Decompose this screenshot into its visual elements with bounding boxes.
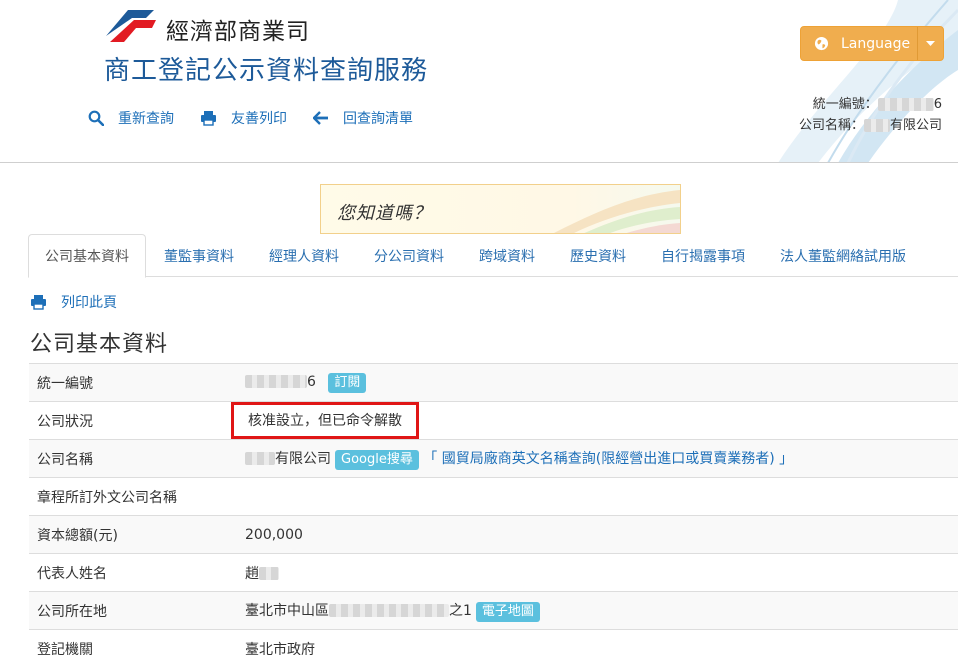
subscribe-button[interactable]: 訂閱 bbox=[328, 372, 367, 393]
top-nav: 重新查詢 友善列印 回查詢清單 bbox=[88, 108, 413, 128]
row-value: 趙 bbox=[237, 553, 958, 592]
rep-name-head: 趙 bbox=[245, 565, 259, 582]
row-key: 代表人姓名 bbox=[29, 553, 237, 592]
redacted-text bbox=[329, 604, 449, 617]
friendly-print-link[interactable]: 友善列印 bbox=[200, 108, 287, 128]
redacted-text bbox=[245, 375, 307, 388]
header-company-label: 公司名稱： bbox=[798, 118, 864, 133]
ministry-name: 經濟部商業司 bbox=[166, 19, 310, 45]
banner-decoration bbox=[554, 190, 680, 233]
header-company-tail: 有限公司 bbox=[889, 118, 942, 133]
header-decoration bbox=[778, 0, 958, 162]
company-name-tail: 有限公司 bbox=[275, 450, 331, 467]
language-button[interactable]: Language bbox=[801, 27, 918, 60]
row-key: 統一編號 bbox=[29, 363, 237, 402]
header-company: 公司名稱： 有限公司 bbox=[799, 115, 942, 136]
row-value: 臺北市政府 bbox=[237, 629, 958, 655]
company-status: 核准設立，但已命令解散 bbox=[248, 413, 402, 429]
tab-bar: 公司基本資料 董監事資料 經理人資料 分公司資料 跨域資料 歷史資料 自行揭露事… bbox=[28, 234, 958, 278]
ministry-logo bbox=[106, 10, 156, 42]
caret-down-icon bbox=[926, 41, 935, 46]
table-row: 公司所在地 臺北市中山區 之1 電子地圖 bbox=[29, 591, 958, 630]
table-row: 公司名稱 有限公司 Google搜尋 「 國貿局廠商英文名稱查詢(限經營出進口或買… bbox=[29, 439, 958, 478]
ban-tail: 6 bbox=[307, 373, 316, 390]
row-value: 200,000 bbox=[237, 515, 958, 554]
row-key: 公司狀況 bbox=[29, 401, 237, 440]
table-row: 資本總額(元) 200,000 bbox=[29, 515, 958, 554]
map-button[interactable]: 電子地圖 bbox=[475, 601, 540, 622]
trade-bureau-link[interactable]: 「 國貿局廠商英文名稱查詢(限經營出進口或買賣業務者) 」 bbox=[423, 451, 793, 467]
table-row: 統一編號 6 訂閱 bbox=[29, 363, 958, 402]
new-search-label: 重新查詢 bbox=[118, 111, 174, 127]
header-company-info: 統一編號： 6 公司名稱： 有限公司 bbox=[799, 94, 942, 136]
redacted-text bbox=[877, 98, 934, 111]
language-caret[interactable] bbox=[918, 27, 943, 60]
tab-history[interactable]: 歷史資料 bbox=[570, 234, 626, 277]
did-you-know-text: 您知道嗎？ bbox=[337, 203, 432, 224]
header-ban: 統一編號： 6 bbox=[799, 94, 942, 115]
redacted-text bbox=[245, 452, 275, 465]
tab-cross-domain[interactable]: 跨域資料 bbox=[479, 234, 535, 277]
header-ban-tail: 6 bbox=[933, 97, 942, 112]
tab-corporate-network[interactable]: 法人董監網絡試用版 bbox=[780, 234, 906, 277]
tab-basic-info[interactable]: 公司基本資料 bbox=[28, 234, 146, 278]
section-title: 公司基本資料 bbox=[30, 332, 169, 357]
row-value: 核准設立，但已命令解散 bbox=[231, 401, 958, 440]
arrow-left-icon bbox=[313, 111, 328, 125]
row-key: 資本總額(元) bbox=[29, 515, 237, 554]
header-ban-label: 統一編號： bbox=[812, 97, 878, 112]
row-key: 公司名稱 bbox=[29, 439, 237, 478]
row-value bbox=[237, 477, 958, 516]
search-icon bbox=[88, 110, 104, 126]
tab-branches[interactable]: 分公司資料 bbox=[374, 234, 444, 277]
print-page-link[interactable]: 列印此頁 bbox=[30, 292, 117, 312]
address-head: 臺北市中山區 bbox=[245, 602, 329, 619]
new-search-link[interactable]: 重新查詢 bbox=[88, 108, 174, 128]
address-tail: 之1 bbox=[449, 602, 472, 619]
print-icon bbox=[201, 111, 216, 126]
tab-self-disclosure[interactable]: 自行揭露事項 bbox=[661, 234, 745, 277]
friendly-print-label: 友善列印 bbox=[231, 111, 287, 127]
back-to-list-label: 回查詢清單 bbox=[343, 111, 413, 127]
language-dropdown[interactable]: Language bbox=[800, 26, 944, 61]
row-value: 臺北市中山區 之1 電子地圖 bbox=[237, 591, 958, 630]
language-label: Language bbox=[841, 35, 911, 52]
status-highlight: 核准設立，但已命令解散 bbox=[231, 402, 419, 439]
table-row: 代表人姓名 趙 bbox=[29, 553, 958, 592]
company-info-table: 統一編號 6 訂閱 公司狀況 核准設立，但已命令解散 公司名稱 有限公司 Goog… bbox=[29, 363, 958, 655]
row-key: 公司所在地 bbox=[29, 591, 237, 630]
row-key: 登記機關 bbox=[29, 629, 237, 655]
page-header: 經濟部商業司 商工登記公示資料查詢服務 重新查詢 友善列印 回查詢清單 Lang… bbox=[0, 0, 958, 163]
tab-managers[interactable]: 經理人資料 bbox=[269, 234, 339, 277]
table-row: 登記機關 臺北市政府 bbox=[29, 629, 958, 655]
back-to-list-link[interactable]: 回查詢清單 bbox=[313, 108, 413, 128]
row-key: 章程所訂外文公司名稱 bbox=[29, 477, 237, 516]
print-icon bbox=[31, 295, 46, 310]
tab-directors[interactable]: 董監事資料 bbox=[164, 234, 234, 277]
redacted-text bbox=[259, 567, 279, 580]
redacted-text bbox=[863, 119, 890, 132]
row-value: 有限公司 Google搜尋 「 國貿局廠商英文名稱查詢(限經營出進口或買賣業務者)… bbox=[237, 439, 958, 478]
table-row: 公司狀況 核准設立，但已命令解散 bbox=[29, 401, 958, 440]
did-you-know-banner[interactable]: 您知道嗎？ bbox=[320, 184, 681, 234]
table-row: 章程所訂外文公司名稱 bbox=[29, 477, 958, 516]
service-title: 商工登記公示資料查詢服務 bbox=[104, 56, 429, 86]
print-page-label: 列印此頁 bbox=[61, 295, 117, 311]
globe-icon bbox=[814, 36, 829, 51]
row-value: 6 訂閱 bbox=[237, 363, 958, 402]
google-search-button[interactable]: Google搜尋 bbox=[335, 449, 419, 470]
